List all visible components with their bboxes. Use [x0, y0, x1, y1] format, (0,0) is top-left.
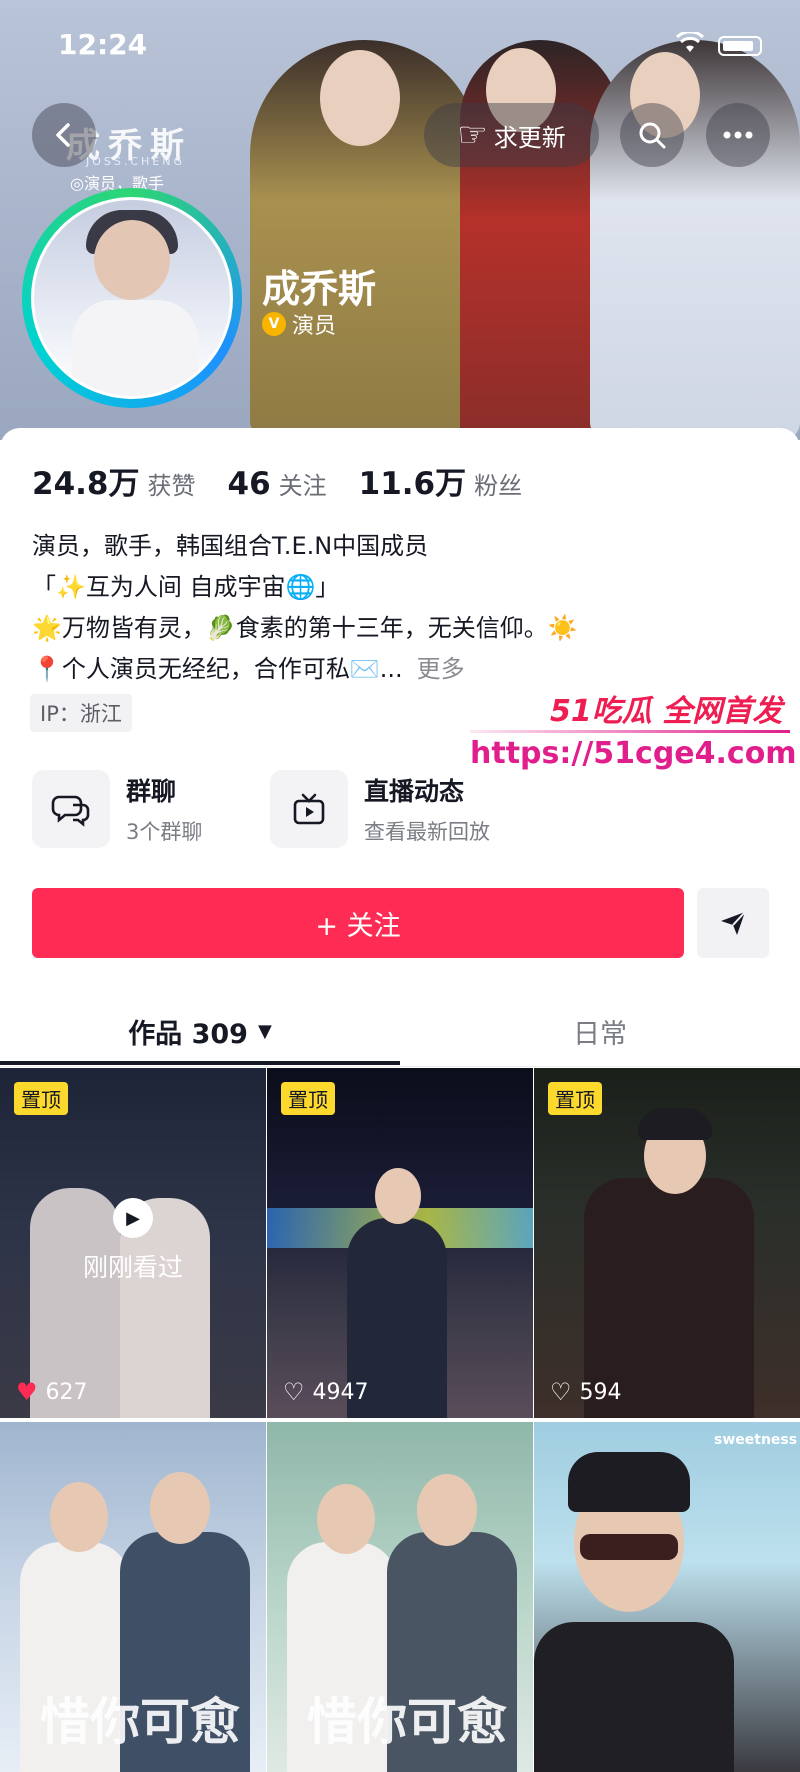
- watermark-title: 51吃瓜 全网首发: [550, 694, 783, 729]
- stat-followers-value: 11.6万: [358, 466, 467, 502]
- bio-line: 📍个人演员无经纪，合作可私✉️...: [32, 655, 403, 683]
- video-likes-count: 594: [579, 1379, 622, 1405]
- pointing-hand-icon: ☞: [457, 115, 488, 155]
- status-time: 12:24: [58, 28, 148, 61]
- thumb-tag: sweetness: [714, 1432, 798, 1448]
- search-icon: [639, 122, 666, 149]
- chat-bubbles-icon: [32, 770, 110, 848]
- pinned-badge: 置顶: [281, 1082, 335, 1115]
- search-button[interactable]: [620, 103, 684, 167]
- stat-following-label: 关注: [278, 472, 327, 500]
- poster-title: 惜你可愈: [40, 1692, 240, 1751]
- profile-stats: 24.8万 获赞 46 关注 11.6万 粉丝: [32, 458, 522, 503]
- video-likes: ♡ 594: [550, 1378, 622, 1406]
- avatar-face: [94, 220, 170, 300]
- thumb-head: [50, 1482, 108, 1552]
- video-likes-count: 4947: [312, 1379, 369, 1405]
- video-thumbnail[interactable]: 惜你可愈: [267, 1422, 533, 1772]
- live-activity-title: 直播动态: [364, 777, 465, 806]
- share-button[interactable]: [697, 888, 769, 958]
- bio-line: 「✨互为人间 自成宇宙🌐」: [32, 573, 340, 601]
- video-likes: ♡ 4947: [283, 1378, 369, 1406]
- thumb-hair: [638, 1108, 712, 1140]
- send-icon: [721, 911, 746, 935]
- tv-icon: [270, 770, 348, 848]
- video-grid: 置顶 ▶ 刚刚看过 ♥ 627 置顶 ♡ 4947 置顶 ♡ 594 惜你可愈 …: [0, 1068, 800, 1772]
- stat-followers-label: 粉丝: [474, 472, 523, 500]
- tab-daily[interactable]: 日常: [400, 996, 800, 1066]
- profile-name: 成乔斯: [262, 267, 377, 311]
- battery-icon: [718, 36, 762, 56]
- live-activity-subtitle: 查看最新回放: [364, 820, 490, 844]
- ip-location-tag: IP：浙江: [30, 694, 132, 732]
- video-likes: ♥ 627: [16, 1378, 88, 1406]
- video-thumbnail[interactable]: 惜你可愈: [0, 1422, 266, 1772]
- more-icon: [723, 131, 753, 139]
- heart-icon: ♡: [550, 1378, 572, 1406]
- pinned-badge: 置顶: [14, 1082, 68, 1115]
- bio-line-last: 📍个人演员无经纪，合作可私✉️... 更多: [32, 649, 578, 690]
- tab-works[interactable]: 作品 309 ▼: [0, 996, 400, 1066]
- stat-following[interactable]: 46 关注: [228, 466, 327, 502]
- stat-likes-label: 获赞: [147, 472, 196, 500]
- verified-badge-icon: V: [262, 312, 286, 336]
- pinned-badge: 置顶: [548, 1082, 602, 1115]
- video-likes-count: 627: [45, 1379, 88, 1405]
- thumb-head: [417, 1474, 477, 1546]
- watermark-url: https://51cge4.com: [470, 736, 797, 771]
- tab-active-indicator: [0, 1061, 400, 1065]
- content-tabs: 作品 309 ▼ 日常: [0, 996, 800, 1067]
- thumb-hair: [568, 1452, 690, 1512]
- stat-following-value: 46: [227, 466, 271, 502]
- request-update-button[interactable]: ☞ 求更新: [424, 103, 599, 167]
- video-thumbnail[interactable]: 置顶 ▶ 刚刚看过 ♥ 627: [0, 1068, 266, 1418]
- heart-icon: ♡: [283, 1378, 305, 1406]
- thumb-head: [317, 1484, 375, 1554]
- poster-title: 惜你可愈: [307, 1692, 507, 1751]
- video-thumbnail[interactable]: 置顶 ♡ 594: [534, 1068, 800, 1418]
- live-activity-entry[interactable]: 直播动态 查看最新回放: [270, 770, 490, 848]
- more-button[interactable]: [706, 103, 770, 167]
- sunglasses-icon: [580, 1534, 678, 1560]
- video-thumbnail[interactable]: sweetness: [534, 1422, 800, 1772]
- thumb-figure: [534, 1622, 734, 1772]
- tab-works-label: 作品 309: [128, 1018, 248, 1050]
- bio-line: 演员，歌手，韩国组合T.E.N中国成员: [32, 532, 429, 560]
- request-update-label: 求更新: [493, 123, 566, 152]
- profile-verified-role: V 演员: [262, 308, 336, 340]
- caret-down-icon: ▼: [257, 1020, 272, 1042]
- back-icon: [56, 123, 70, 147]
- bio-line: 🌟万物皆有灵，🥬食素的第十三年，无关信仰。☀️: [32, 614, 578, 642]
- stat-likes[interactable]: 24.8万 获赞: [32, 458, 196, 503]
- thumb-head: [150, 1472, 210, 1544]
- recently-watched-overlay: ▶ 刚刚看过: [0, 1198, 266, 1284]
- play-icon: ▶: [113, 1198, 153, 1238]
- header-brand-subtext: JOSS.CHENG: [86, 155, 186, 168]
- profile-header: 成乔斯 JOSS.CHENG ◎演员，歌手 12:24 ☞ 求更新 成乔斯 V …: [0, 0, 800, 440]
- bio-more-link[interactable]: 更多: [417, 655, 465, 683]
- back-button[interactable]: [32, 103, 96, 167]
- follow-button[interactable]: + 关注: [32, 888, 684, 958]
- avatar-body: [72, 300, 198, 396]
- group-chat-subtitle: 3个群聊: [126, 820, 203, 844]
- thumb-head: [375, 1168, 421, 1224]
- wifi-icon: [675, 32, 705, 52]
- group-chat-entry[interactable]: 群聊 3个群聊: [32, 770, 202, 848]
- watermark-line: [470, 730, 790, 733]
- video-thumbnail[interactable]: 置顶 ♡ 4947: [267, 1068, 533, 1418]
- avatar[interactable]: [31, 197, 233, 399]
- heart-icon: ♥: [16, 1378, 38, 1406]
- profile-bio: 演员，歌手，韩国组合T.E.N中国成员 「✨互为人间 自成宇宙🌐」 🌟万物皆有灵…: [32, 526, 578, 690]
- recently-watched-label: 刚刚看过: [82, 1253, 183, 1282]
- group-chat-title: 群聊: [126, 777, 177, 806]
- profile-role-label: 演员: [292, 314, 337, 339]
- stat-likes-value: 24.8万: [32, 466, 140, 502]
- stat-followers[interactable]: 11.6万 粉丝: [359, 458, 523, 503]
- header-photo-face-1: [320, 50, 400, 146]
